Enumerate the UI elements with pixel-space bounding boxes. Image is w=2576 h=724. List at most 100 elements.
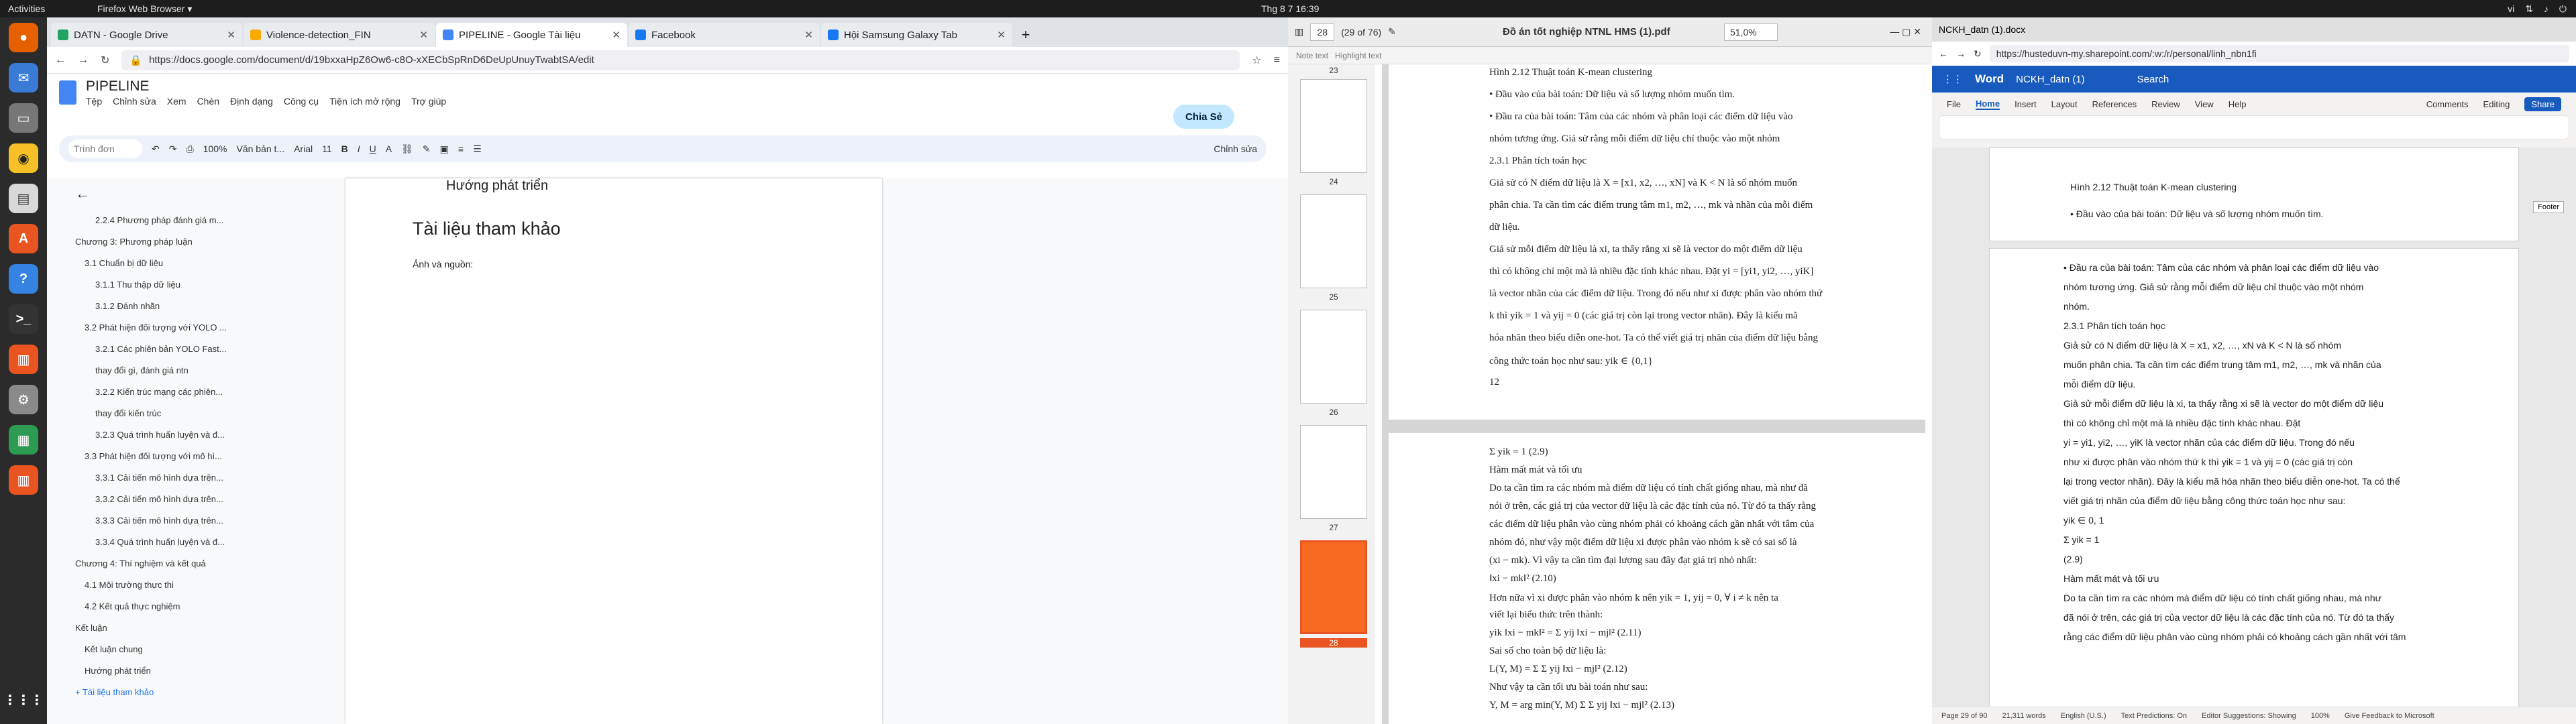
menu-edit[interactable]: Chỉnh sửa <box>113 96 156 107</box>
close-icon[interactable]: ✕ <box>804 29 813 41</box>
outline-item[interactable]: Chương 3: Phương pháp luận <box>47 231 295 252</box>
writer-icon[interactable]: ▤ <box>9 184 38 213</box>
back-icon[interactable]: ← <box>1939 48 1948 59</box>
outline-item[interactable]: 4.1 Môi trường thực thi <box>47 574 295 595</box>
link-icon[interactable]: ⛓ <box>401 143 413 155</box>
outline-item[interactable]: thay đổi gì, đánh giá ntn <box>47 359 295 381</box>
pdf-page-2[interactable]: Σ yik = 1 (2.9) Hàm mất mát và tối ưu Do t… <box>1389 433 1925 724</box>
close-icon[interactable]: ✕ <box>612 29 621 41</box>
bold-button[interactable]: B <box>341 143 348 154</box>
firefox-icon[interactable]: ● <box>9 23 38 52</box>
forward-icon[interactable]: → <box>78 54 89 66</box>
outline-item[interactable]: 3.3.1 Cải tiến mô hình dựa trên... <box>47 467 295 488</box>
outline-item[interactable]: Kết luận <box>47 617 295 638</box>
word-ribbon[interactable] <box>1939 115 2569 139</box>
sidebar-toggle-icon[interactable]: ▥ <box>1295 26 1303 38</box>
language-indicator[interactable]: vi <box>2508 3 2514 15</box>
outline-item[interactable]: 3.3 Phát hiện đối tượng với mô hì... <box>47 445 295 467</box>
menu-tools[interactable]: Công cụ <box>284 96 319 107</box>
forward-icon[interactable]: → <box>1956 48 1966 59</box>
outline-item[interactable]: 3.1.2 Đánh nhãn <box>47 295 295 316</box>
annotate-icon[interactable]: ✎ <box>1388 26 1396 38</box>
files-icon[interactable]: ▭ <box>9 103 38 133</box>
tab-violence[interactable]: Violence-detection_FIN ✕ <box>244 23 435 47</box>
outline-item[interactable]: Hướng phát triển <box>47 660 295 681</box>
text-color-button[interactable]: A <box>386 143 392 154</box>
word-share-button[interactable]: Share <box>2524 97 2561 111</box>
thumbnail-page[interactable] <box>1300 79 1367 173</box>
document-page[interactable]: Hướng phát triển Tài liệu tham khảo Ảnh … <box>345 178 882 724</box>
word-search[interactable]: Search <box>2137 74 2169 85</box>
clock[interactable]: Thg 8 7 16:39 <box>1261 3 1319 14</box>
outline-item[interactable]: 3.3.2 Cải tiến mô hình dựa trên... <box>47 488 295 509</box>
system-tray[interactable]: vi ⇅ ♪ ⏻ <box>2508 3 2567 15</box>
tab-drive[interactable]: DATN - Google Drive ✕ <box>51 23 242 47</box>
outline-item[interactable]: 3.3.3 Cải tiến mô hình dựa trên... <box>47 509 295 531</box>
software-center-icon[interactable]: A <box>9 224 38 253</box>
thumbnail-page-selected[interactable] <box>1300 540 1367 634</box>
thumbnail-page[interactable] <box>1300 310 1367 404</box>
editing-button[interactable]: Editing <box>2483 99 2510 109</box>
menu-insert[interactable]: Chèn <box>197 96 219 107</box>
calc-icon[interactable]: ▦ <box>9 425 38 455</box>
reload-icon[interactable]: ↻ <box>101 54 109 67</box>
tab-facebook[interactable]: Facebook ✕ <box>629 23 820 47</box>
footer-label[interactable]: Footer <box>2533 201 2564 213</box>
word-url-bar[interactable]: https://husteduvn-my.sharepoint.com/:w:/… <box>1989 45 2569 62</box>
outline-item[interactable]: 3.2 Phát hiện đối tượng với YOLO ... <box>47 316 295 338</box>
current-app-menu[interactable]: Firefox Web Browser ▾ <box>97 3 192 15</box>
outline-item[interactable]: 4.2 Kết quả thực nghiệm <box>47 595 295 617</box>
status-item[interactable]: 100% <box>2311 712 2330 720</box>
comments-button[interactable]: Comments <box>2426 99 2469 109</box>
close-icon[interactable]: ✕ <box>997 29 1006 41</box>
ribbon-layout[interactable]: Layout <box>2051 99 2078 109</box>
outline-item[interactable]: 3.1 Chuẩn bị dữ liệu <box>47 252 295 274</box>
close-icon[interactable]: ✕ <box>419 29 428 41</box>
menu-view[interactable]: Xem <box>167 96 186 107</box>
tab-samsung[interactable]: Hội Samsung Galaxy Tab ✕ <box>821 23 1012 47</box>
image-icon[interactable]: ▣ <box>440 143 449 155</box>
terminal-icon[interactable]: >_ <box>9 304 38 334</box>
note-text-button[interactable]: Note text <box>1296 51 1328 60</box>
outline-item-references[interactable]: + Tài liệu tham khảo <box>47 681 295 703</box>
power-icon[interactable]: ⏻ <box>2559 3 2567 15</box>
menu-file[interactable]: Tệp <box>86 96 102 107</box>
network-icon[interactable]: ⇅ <box>2525 3 2533 15</box>
activities-button[interactable]: Activities <box>8 3 45 14</box>
outline-item[interactable]: Chương 4: Thí nghiệm và kết quả <box>47 552 295 574</box>
ribbon-file[interactable]: File <box>1947 99 1961 109</box>
back-arrow-icon[interactable]: ← <box>47 185 295 202</box>
word-app-name[interactable]: Word <box>1975 72 2004 86</box>
impress-icon[interactable]: ▥ <box>9 345 38 374</box>
zoom-select[interactable]: 51,0% <box>1724 23 1778 41</box>
doc-title[interactable]: PIPELINE <box>86 78 446 95</box>
highlight-text-button[interactable]: Highlight text <box>1335 51 1381 60</box>
outline-item[interactable]: 3.2.3 Quá trình huấn luyện và đ... <box>47 424 295 445</box>
outline-item[interactable]: thay đổi kiến trúc <box>47 402 295 424</box>
tab-pipeline[interactable]: PIPELINE - Google Tài liệu ✕ <box>436 23 627 47</box>
volume-icon[interactable]: ♪ <box>2544 3 2548 15</box>
menu-search-input[interactable]: Trình đơn <box>68 139 142 158</box>
bookmark-star-icon[interactable]: ☆ <box>1252 54 1261 67</box>
pdf-page-1[interactable]: Hình 2.12 Thuật toán K-mean clustering • … <box>1389 64 1925 420</box>
ribbon-review[interactable]: Review <box>2151 99 2180 109</box>
menu-help[interactable]: Trợ giúp <box>411 96 446 107</box>
font-select[interactable]: Arial <box>294 143 313 154</box>
outline-item[interactable]: 3.2.1 Các phiên bản YOLO Fast... <box>47 338 295 359</box>
reload-icon[interactable]: ↻ <box>1974 48 1982 60</box>
ribbon-home[interactable]: Home <box>1975 99 2000 110</box>
help-icon[interactable]: ? <box>9 264 38 294</box>
italic-button[interactable]: I <box>358 143 360 154</box>
undo-icon[interactable]: ↶ <box>152 143 160 155</box>
comment-icon[interactable]: ✎ <box>423 143 431 155</box>
style-select[interactable]: Văn bản t... <box>236 143 284 154</box>
page-number-input[interactable]: 28 <box>1310 23 1335 41</box>
show-apps-icon[interactable]: ⋮⋮⋮ <box>3 685 44 715</box>
redo-icon[interactable]: ↷ <box>169 143 177 155</box>
ribbon-insert[interactable]: Insert <box>2015 99 2037 109</box>
back-icon[interactable]: ← <box>55 54 66 66</box>
settings-icon[interactable]: ⚙ <box>9 385 38 414</box>
outline-item[interactable]: Kết luận chung <box>47 638 295 660</box>
thumbnail-page[interactable] <box>1300 194 1367 288</box>
list-icon[interactable]: ☰ <box>473 143 482 155</box>
